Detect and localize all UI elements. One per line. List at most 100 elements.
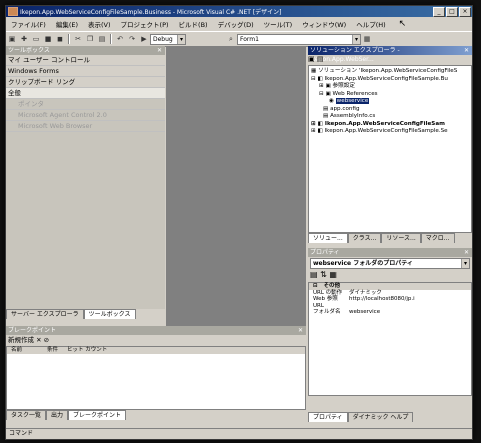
menu-tools[interactable]: ツール(T) — [259, 19, 298, 29]
close-icon[interactable]: ✕ — [464, 46, 472, 55]
breakpoints-columns: 名前 条件 ヒット カウント — [7, 347, 305, 354]
tree-item-app-config[interactable]: ▤ app.config — [311, 106, 469, 114]
menu-edit[interactable]: 編集(E) — [51, 19, 83, 29]
start-debug-icon[interactable]: ▶ — [139, 34, 149, 44]
redo-icon[interactable]: ↷ — [127, 34, 137, 44]
tab-macro[interactable]: マクロ... — [420, 233, 455, 243]
show-all-icon[interactable]: ▤ — [317, 55, 324, 63]
breakpoints-header: ブレークポイント ✕ — [6, 326, 306, 335]
toolbox-tabs: サーバー エクスプローラ ツールボックス — [6, 309, 165, 319]
save-icon[interactable]: ■ — [43, 34, 53, 44]
chevron-down-icon: ▾ — [352, 34, 360, 44]
open-icon[interactable]: ▭ — [31, 34, 41, 44]
properties-panel: プロパティ ✕ webservice フォルダのプロパティ ▾ ▤ ⇅ ▦ ⊟ その… — [308, 248, 472, 422]
close-icon[interactable]: ✕ — [464, 248, 472, 257]
tree-item-project[interactable]: ⊞ ◧ Ikepon.App.WebServiceConfigFileSampl… — [311, 128, 469, 136]
toolbox-header: ツールボックス ✕ — [6, 46, 165, 55]
close-button[interactable]: × — [459, 6, 471, 17]
toolbox-section[interactable]: Windows Forms — [6, 66, 165, 77]
property-pages-icon[interactable]: ▦ — [329, 270, 337, 279]
tab-breakpoints[interactable]: ブレークポイント — [68, 410, 127, 420]
properties-toolbar: ▤ ⇅ ▦ — [308, 270, 472, 282]
toolbox-item[interactable]: ポインタ — [6, 99, 165, 110]
tab-dynamic-help[interactable]: ダイナミック ヘルプ — [347, 412, 414, 422]
tree-item-webservice[interactable]: ◉ webservice — [311, 98, 469, 106]
window-title: Ikepon.App.WebServiceConfigFileSample.Bu… — [20, 9, 282, 16]
tab-class[interactable]: クラス... — [347, 233, 382, 243]
find-combo[interactable]: Form1 ▾ — [237, 33, 361, 45]
new-breakpoint-button[interactable]: 新規作成 — [8, 336, 34, 344]
tab-task-list[interactable]: タスク一覧 — [6, 410, 47, 420]
toolbox-item[interactable]: Microsoft Agent Control 2.0 — [6, 110, 165, 121]
add-item-icon[interactable]: ✚ — [19, 34, 29, 44]
menu-view[interactable]: 表示(V) — [83, 19, 116, 29]
tab-toolbox[interactable]: ツールボックス — [83, 309, 136, 319]
tree-item-project[interactable]: ⊟ ◧ Ikepon.App.WebServiceConfigFileSampl… — [311, 76, 469, 84]
tree-item-project[interactable]: ⊞ ◧ Ikepon.App.WebServiceConfigFileSam — [311, 121, 469, 129]
toolbox-section[interactable]: クリップボード リング — [6, 77, 165, 88]
tree-item-references[interactable]: ⊞ ▣ 参照設定 — [311, 83, 469, 91]
solution-explorer-icon[interactable]: ▦ — [362, 34, 372, 44]
mouse-cursor-icon: ↖ — [398, 19, 407, 29]
tab-resource[interactable]: リソース... — [381, 233, 421, 243]
solution-explorer-header: ソリューション エクスプローラ - Ikepon.App.WebSer... ✕ — [308, 46, 472, 63]
chevron-down-icon: ▾ — [177, 34, 185, 44]
properties-icon[interactable]: ▣ — [308, 55, 315, 63]
tree-item-web-references[interactable]: ⊟ ▣ Web References — [311, 91, 469, 99]
find-icon[interactable]: ⌕ — [226, 34, 236, 44]
toolbox-section[interactable]: 全般 — [6, 88, 165, 99]
tab-properties[interactable]: プロパティ — [308, 412, 348, 422]
editor-area[interactable] — [166, 46, 306, 341]
menu-window[interactable]: ウィンドウ(W) — [297, 19, 351, 29]
main-window: Ikepon.App.WebServiceConfigFileSample.Bu… — [5, 5, 473, 440]
toolbox-panel: ツールボックス ✕ マイ ユーザー コントロール Windows Forms クリ… — [6, 46, 165, 319]
menu-build[interactable]: ビルド(B) — [174, 19, 213, 29]
cut-icon[interactable]: ✂ — [73, 34, 83, 44]
breakpoints-toolbar: 新規作成 ✕ ⊘ — [6, 335, 306, 346]
solution-tree: ▦ ソリューション 'Ikepon.App.WebServiceConfigFi… — [308, 65, 472, 233]
properties-tabs: プロパティ ダイナミック ヘルプ — [308, 412, 472, 422]
categorized-icon[interactable]: ▤ — [310, 270, 318, 279]
delete-icon[interactable]: ✕ — [36, 336, 41, 344]
menu-debug[interactable]: デバッグ(D) — [213, 19, 259, 29]
breakpoints-list: 名前 条件 ヒット カウント — [6, 346, 306, 410]
new-project-icon[interactable]: ▣ — [7, 34, 17, 44]
tab-output[interactable]: 出力 — [46, 410, 69, 420]
solution-tabs: ソリュー... クラス... リソース... マクロ... — [308, 233, 472, 243]
menu-file[interactable]: ファイル(F) — [6, 19, 51, 29]
alphabetical-icon[interactable]: ⇅ — [320, 270, 327, 279]
paste-icon[interactable]: ▤ — [97, 34, 107, 44]
tree-item-assemblyinfo[interactable]: ▤ AssemblyInfo.cs — [311, 113, 469, 121]
close-icon[interactable]: ✕ — [298, 326, 306, 335]
toolbox-section[interactable]: マイ ユーザー コントロール — [6, 55, 165, 66]
disable-icon[interactable]: ⊘ — [44, 336, 49, 344]
toolbar-separator — [110, 34, 112, 44]
breakpoints-panel: ブレークポイント ✕ 新規作成 ✕ ⊘ 名前 条件 ヒット カウント タスク一覧 出力… — [6, 326, 306, 426]
tree-item-solution[interactable]: ▦ ソリューション 'Ikepon.App.WebServiceConfigFi… — [311, 68, 469, 76]
minimize-button[interactable]: _ — [433, 6, 445, 17]
property-grid: ⊟ その他 URL の動作 ダイナミック Web 参照 URL http://loc… — [308, 282, 472, 396]
menu-project[interactable]: プロジェクト(P) — [116, 19, 174, 29]
maximize-button[interactable]: □ — [446, 6, 458, 17]
menu-bar: ファイル(F) 編集(E) 表示(V) プロジェクト(P) ビルド(B) デバッ… — [6, 18, 472, 30]
chevron-down-icon: ▾ — [461, 259, 469, 268]
undo-icon[interactable]: ↶ — [115, 34, 125, 44]
config-combo[interactable]: Debug ▾ — [150, 33, 186, 45]
properties-header: プロパティ ✕ — [308, 248, 472, 257]
tab-solution[interactable]: ソリュー... — [308, 233, 348, 243]
output-tabs: タスク一覧 出力 ブレークポイント — [6, 410, 306, 420]
toolbox-item[interactable]: Microsoft Web Browser — [6, 121, 165, 132]
tab-server-explorer[interactable]: サーバー エクスプローラ — [6, 309, 84, 319]
toolbar-separator — [68, 34, 70, 44]
save-all-icon[interactable]: ◼ — [55, 34, 65, 44]
status-bar: コマンド — [6, 428, 472, 439]
solution-explorer-panel: ソリューション エクスプローラ - Ikepon.App.WebSer... ✕ … — [308, 46, 472, 246]
title-bar: Ikepon.App.WebServiceConfigFileSample.Bu… — [6, 6, 472, 17]
close-icon[interactable]: ✕ — [157, 46, 165, 55]
menu-help[interactable]: ヘルプ(H) — [351, 19, 390, 29]
app-icon — [8, 7, 18, 16]
object-selector[interactable]: webservice フォルダのプロパティ ▾ — [310, 258, 470, 269]
copy-icon[interactable]: ❐ — [85, 34, 95, 44]
property-row[interactable]: Web 参照 URL http://localhost8080/jp.i — [309, 296, 471, 309]
property-row[interactable]: フォルダ名 webservice — [309, 309, 471, 316]
